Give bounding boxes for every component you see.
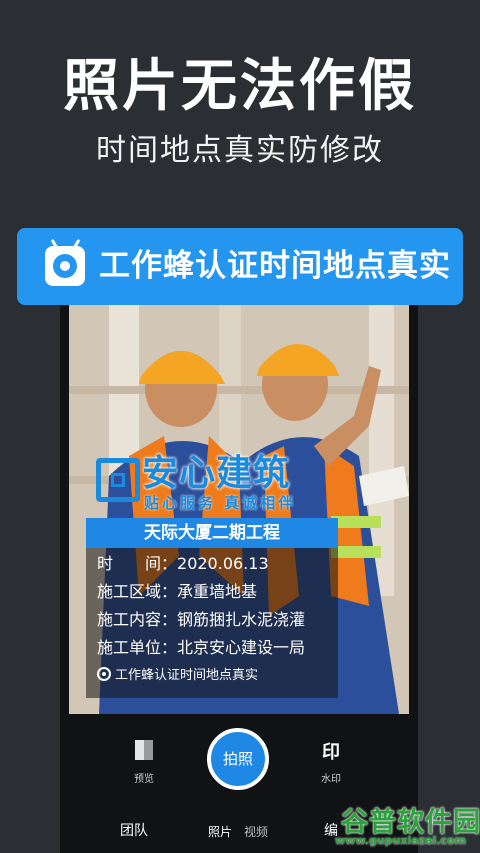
verification-banner: 工作蜂认证时间地点真实: [17, 228, 463, 305]
watermark-row-time: 时 间：2020.06.13: [97, 554, 269, 573]
watermark-row-area: 施工区域：承重墙地基: [97, 582, 258, 601]
preview-label[interactable]: 预览: [134, 770, 154, 785]
watermark-stamp-icon[interactable]: 印: [322, 738, 340, 764]
watermark-logo: 安心建筑 贴心服务 真诚相伴: [96, 453, 332, 512]
tab-photo[interactable]: 照片: [208, 823, 232, 840]
tab-video[interactable]: 视频: [244, 823, 268, 840]
promo-subheadline: 时间地点真实防修改: [96, 133, 384, 168]
site-watermark: 谷普软件园 www.gupuxiazai.com: [335, 800, 480, 850]
watermark-info-panel: 时 间：2020.06.13 施工区域：承重墙地基 施工内容：钢筋捆扎水泥浇灌 …: [86, 548, 338, 698]
camera-viewfinder[interactable]: 安心建筑 贴心服务 真诚相伴 天际大厦二期工程 时 间：2020.06.13 施…: [69, 296, 409, 714]
watermark-footer: 工作蜂认证时间地点真实: [97, 666, 258, 686]
tab-team[interactable]: 团队: [120, 820, 148, 840]
brand-logo-icon: [96, 458, 140, 502]
watermark-row-content: 施工内容：钢筋捆扎水泥浇灌: [97, 610, 306, 629]
watermark-project-title: 天际大厦二期工程: [86, 518, 338, 548]
shutter-button[interactable]: 拍照: [207, 728, 269, 790]
promo-headline: 照片无法作假: [63, 54, 417, 119]
camera-icon: [45, 246, 85, 286]
watermark-label[interactable]: 水印: [321, 770, 341, 785]
watermark-brand: 安心建筑: [142, 453, 291, 494]
watermark-slogan: 贴心服务 真诚相伴: [144, 494, 297, 512]
camera-icon: [97, 667, 111, 681]
site-url: www.gupuxiazai.com: [335, 834, 466, 847]
phone-screen: 安心建筑 贴心服务 真诚相伴 天际大厦二期工程 时 间：2020.06.13 施…: [60, 296, 418, 853]
watermark-row-company: 施工单位：北京安心建设一局: [97, 638, 306, 657]
banner-text: 工作蜂认证时间地点真实: [99, 248, 451, 284]
preview-thumbnail-icon[interactable]: [135, 740, 153, 760]
